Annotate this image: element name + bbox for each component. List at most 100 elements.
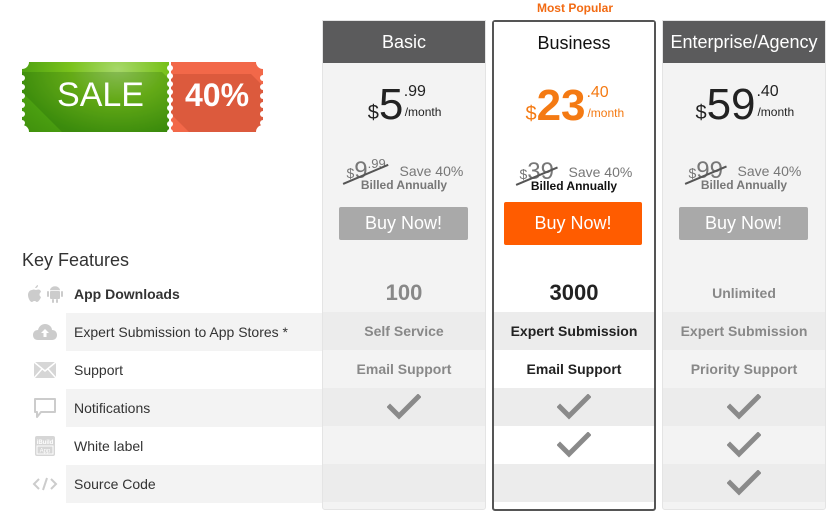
price-currency: $ — [525, 103, 537, 125]
perforation-dot — [260, 75, 266, 81]
feature-label: Expert Submission to App Stores * — [66, 313, 322, 351]
perforation-dot — [19, 120, 25, 126]
perforation-dot — [167, 113, 173, 119]
price-cents: .99 — [403, 83, 426, 100]
save-label: Save 40% — [737, 163, 802, 179]
perforation-dot — [167, 121, 173, 127]
feature-cell-support: Email Support — [526, 361, 622, 377]
plan-name: Enterprise/Agency — [663, 21, 825, 63]
svg-text:App: App — [40, 449, 51, 455]
perforation-dot — [19, 111, 25, 117]
perforation-dot — [167, 81, 173, 87]
price-amount: 5 — [378, 80, 404, 129]
plan-card-enterprise-agency: Enterprise/Agency $59 .40 /month $99 Sav… — [662, 20, 826, 510]
price-cents: .40 — [756, 83, 779, 100]
perforation-dot — [260, 84, 266, 90]
perforation-dot — [167, 105, 173, 111]
billing-label: Billed Annually — [530, 179, 618, 193]
checkmark-icon — [557, 432, 591, 458]
sale-label: SALE — [57, 76, 144, 114]
price-period: /month — [404, 105, 442, 119]
perforation-dot — [19, 102, 25, 108]
price-currency: $ — [367, 102, 379, 124]
feature-cell-app-downloads: 3000 — [549, 280, 599, 305]
sale-ticket-left: SALE — [22, 62, 169, 132]
perforation-dot — [260, 111, 266, 117]
feature-cell-source-code — [663, 464, 825, 502]
price-period: /month — [757, 105, 795, 119]
ticket-notch — [15, 55, 29, 69]
perforation-dot — [260, 93, 266, 99]
feature-cell-submission: Expert Submission — [494, 312, 654, 350]
feature-cell-support: Email Support — [356, 361, 452, 377]
billing-label: Billed Annually — [360, 178, 448, 192]
feature-cell-white-label — [323, 426, 485, 464]
feature-cell-support: Priority Support — [690, 361, 798, 377]
perforation-dot — [19, 84, 25, 90]
feature-cell-source-code — [323, 464, 485, 502]
ticket-notch — [15, 125, 29, 139]
code-icon — [22, 465, 68, 503]
perforation-dot — [167, 73, 173, 79]
perforation-dot — [167, 97, 173, 103]
cloud-upload-icon — [22, 313, 68, 351]
plan-price: $59 .40 /month — [663, 83, 825, 133]
chat-bubble-icon — [22, 389, 68, 427]
checkmark-icon — [727, 394, 761, 420]
feature-cell-notifications — [494, 388, 654, 426]
plan-name: Basic — [323, 21, 485, 63]
feature-cell-submission: Self Service — [323, 312, 485, 350]
save-label: Save 40% — [399, 163, 464, 179]
buy-now-button[interactable]: Buy Now! — [504, 202, 642, 245]
plan-card-business: Business $23 .40 /month $39 Save 40% Bil… — [492, 20, 656, 511]
buy-now-button[interactable]: Buy Now! — [679, 207, 808, 240]
plan-price: $23 .40 /month — [494, 84, 654, 134]
feature-label: Source Code — [66, 465, 322, 503]
feature-label: White label — [74, 438, 144, 454]
buy-now-button[interactable]: Buy Now! — [339, 207, 468, 240]
checkmark-icon — [557, 394, 591, 420]
perforation-dot — [19, 75, 25, 81]
feature-cell-notifications — [323, 388, 485, 426]
feature-label: App Downloads — [74, 286, 180, 302]
checkmark-icon — [727, 432, 761, 458]
price-amount: 23 — [536, 81, 586, 130]
feature-cell-notifications — [663, 388, 825, 426]
key-features-title: Key Features — [22, 250, 130, 270]
feature-cell-app-downloads: Unlimited — [712, 285, 776, 301]
most-popular-label: Most Popular — [536, 1, 613, 15]
plan-price: $5 .99 /month — [323, 83, 485, 133]
feature-cell-app-downloads: 100 — [385, 280, 423, 305]
feature-cell-submission: Expert Submission — [663, 312, 825, 350]
checkmark-icon — [727, 470, 761, 496]
feature-cell-white-label — [663, 426, 825, 464]
sale-ticket-right: 40% — [171, 62, 263, 132]
perforation-dot — [260, 102, 266, 108]
price-cents: .40 — [586, 84, 609, 101]
checkmark-icon — [387, 394, 421, 420]
feature-cell-white-label — [494, 426, 654, 464]
perforation-dot — [260, 120, 266, 126]
perforation-dot — [167, 89, 173, 95]
plan-name: Business — [494, 22, 654, 64]
perforation-dot — [167, 129, 173, 135]
discount-label: 40% — [184, 77, 250, 113]
plan-card-basic: Basic $5 .99 /month $9.99 Save 40% Bille… — [322, 20, 486, 510]
save-label: Save 40% — [568, 164, 633, 180]
price-period: /month — [587, 106, 625, 120]
svg-text:iBuild: iBuild — [37, 440, 54, 446]
ibuild-app-icon: iBuild App — [22, 427, 68, 465]
envelope-icon — [22, 351, 68, 389]
ticket-notch — [256, 125, 270, 139]
price-currency: $ — [695, 102, 707, 124]
ticket-notch — [256, 55, 270, 69]
feature-label: Support — [74, 362, 124, 378]
feature-label: Notifications — [66, 389, 322, 427]
feature-cell-source-code — [494, 464, 654, 502]
price-amount: 59 — [706, 80, 756, 129]
perforation-dot — [19, 93, 25, 99]
apple-android-icon — [22, 275, 68, 313]
billing-label: Billed Annually — [700, 178, 788, 192]
sale-banner: SALE 40% — [15, 55, 270, 139]
perforation-dot — [167, 65, 173, 71]
